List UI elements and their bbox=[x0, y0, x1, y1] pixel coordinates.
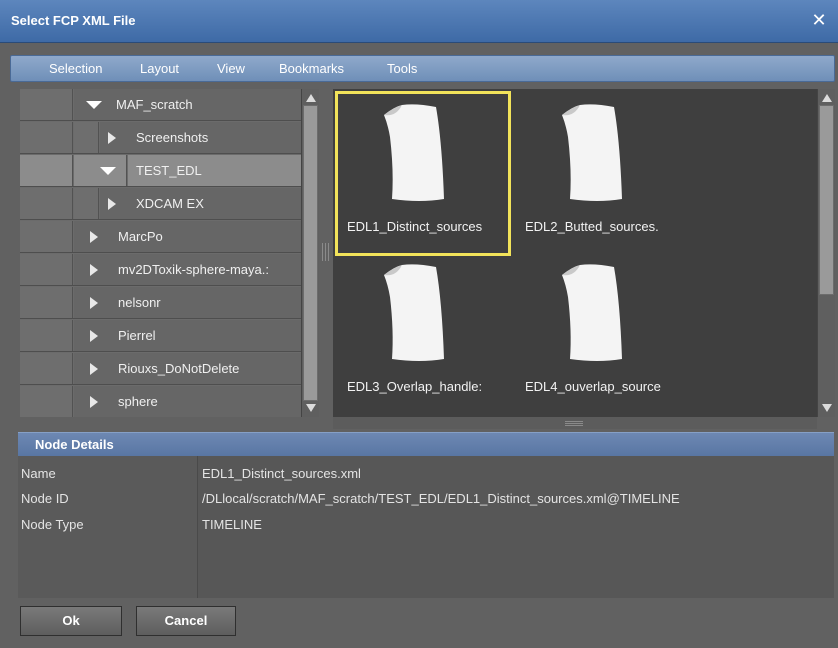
document-icon bbox=[384, 264, 444, 361]
node-details-header: Node Details bbox=[18, 432, 834, 456]
file-tile-edl3[interactable]: EDL3_Overlap_handle: bbox=[335, 251, 511, 416]
close-icon[interactable]: ✕ bbox=[808, 9, 830, 31]
tree-item-label: TEST_EDL bbox=[136, 163, 202, 178]
file-tile-edl1[interactable]: EDL1_Distinct_sources bbox=[335, 91, 511, 256]
tree-item-label: Pierrel bbox=[118, 328, 156, 343]
cancel-button[interactable]: Cancel bbox=[136, 606, 236, 636]
tree-item-label: XDCAM EX bbox=[136, 196, 204, 211]
file-tile-edl4[interactable]: EDL4_ouverlap_source bbox=[513, 251, 689, 416]
menu-view[interactable]: View bbox=[217, 61, 245, 76]
tree-item-marcpo[interactable]: MarcPo bbox=[20, 221, 301, 253]
tree-item-label: MarcPo bbox=[118, 229, 163, 244]
files-scrollbar[interactable] bbox=[817, 89, 835, 417]
detail-row-node-id: Node ID /DLlocal/scratch/MAF_scratch/TES… bbox=[18, 489, 834, 509]
tree-item-maf-scratch[interactable]: MAF_scratch bbox=[20, 89, 301, 121]
expand-arrow-icon[interactable] bbox=[108, 198, 116, 210]
document-icon bbox=[562, 264, 622, 361]
file-name: EDL3_Overlap_handle: bbox=[347, 379, 483, 394]
detail-key: Name bbox=[21, 466, 56, 481]
window-title: Select FCP XML File bbox=[11, 13, 136, 28]
document-icon bbox=[384, 104, 444, 201]
tree-item-test-edl[interactable]: TEST_EDL bbox=[20, 155, 301, 187]
tree-item-xdcam-ex[interactable]: XDCAM EX bbox=[20, 188, 301, 220]
title-bar: Select FCP XML File ✕ bbox=[0, 0, 838, 43]
expand-arrow-icon[interactable] bbox=[90, 297, 98, 309]
tree-item-pierrel[interactable]: Pierrel bbox=[20, 320, 301, 352]
expand-arrow-icon[interactable] bbox=[90, 264, 98, 276]
tree-scrollbar[interactable] bbox=[301, 89, 319, 417]
expand-arrow-icon[interactable] bbox=[90, 330, 98, 342]
tree-item-screenshots[interactable]: Screenshots bbox=[20, 122, 301, 154]
scroll-down-icon[interactable] bbox=[821, 403, 833, 413]
detail-value: EDL1_Distinct_sources.xml bbox=[202, 466, 361, 481]
detail-key: Node Type bbox=[21, 517, 84, 532]
collapse-arrow-icon[interactable] bbox=[100, 167, 116, 175]
ok-button[interactable]: Ok bbox=[20, 606, 122, 636]
expand-arrow-icon[interactable] bbox=[90, 363, 98, 375]
tree-item-mv2dtoxik[interactable]: mv2DToxik-sphere-maya.: bbox=[20, 254, 301, 286]
tree-item-label: MAF_scratch bbox=[116, 97, 193, 112]
file-browser: EDL1_Distinct_sources EDL2_Butted_source… bbox=[333, 89, 817, 417]
tree-item-label: sphere bbox=[118, 394, 158, 409]
tree-item-label: Riouxs_DoNotDelete bbox=[118, 361, 240, 376]
tree-item-nelsonr[interactable]: nelsonr bbox=[20, 287, 301, 319]
node-details-panel: Name EDL1_Distinct_sources.xml Node ID /… bbox=[18, 456, 834, 598]
collapse-arrow-icon[interactable] bbox=[86, 101, 102, 109]
detail-value: /DLlocal/scratch/MAF_scratch/TEST_EDL/ED… bbox=[202, 491, 680, 506]
file-name: EDL1_Distinct_sources bbox=[347, 219, 483, 234]
files-scroll-thumb[interactable] bbox=[819, 105, 834, 295]
file-tile-edl2[interactable]: EDL2_Butted_sources. bbox=[513, 91, 689, 256]
menu-bar: Selection Layout View Bookmarks Tools bbox=[10, 55, 835, 82]
tree-item-sphere[interactable]: sphere bbox=[20, 386, 301, 417]
tree-item-label: mv2DToxik-sphere-maya.: bbox=[118, 262, 269, 277]
detail-key: Node ID bbox=[21, 491, 69, 506]
expand-arrow-icon[interactable] bbox=[90, 231, 98, 243]
node-details-title: Node Details bbox=[35, 437, 114, 452]
splitter-grip-icon bbox=[322, 243, 330, 261]
horizontal-splitter[interactable] bbox=[333, 417, 817, 429]
expand-arrow-icon[interactable] bbox=[90, 396, 98, 408]
menu-selection[interactable]: Selection bbox=[49, 61, 102, 76]
file-name: EDL4_ouverlap_source bbox=[525, 379, 661, 394]
pane-splitter[interactable] bbox=[319, 89, 333, 417]
file-name: EDL2_Butted_sources. bbox=[525, 219, 659, 234]
detail-row-name: Name EDL1_Distinct_sources.xml bbox=[18, 464, 834, 484]
tree-item-label: Screenshots bbox=[136, 130, 209, 145]
menu-layout[interactable]: Layout bbox=[140, 61, 179, 76]
document-icon bbox=[562, 104, 622, 201]
expand-arrow-icon[interactable] bbox=[108, 132, 116, 144]
detail-value: TIMELINE bbox=[202, 517, 262, 532]
tree-scroll-thumb[interactable] bbox=[303, 105, 318, 401]
scroll-up-icon[interactable] bbox=[821, 93, 833, 103]
folder-tree: MAF_scratch Screenshots TEST_EDL XDCAM E… bbox=[20, 89, 301, 417]
tree-item-riouxs[interactable]: Riouxs_DoNotDelete bbox=[20, 353, 301, 385]
scroll-up-icon[interactable] bbox=[305, 93, 317, 103]
menu-bookmarks[interactable]: Bookmarks bbox=[279, 61, 344, 76]
menu-tools[interactable]: Tools bbox=[387, 61, 417, 76]
scroll-down-icon[interactable] bbox=[305, 403, 317, 413]
splitter-grip-icon bbox=[565, 421, 583, 426]
tree-item-label: nelsonr bbox=[118, 295, 161, 310]
detail-row-node-type: Node Type TIMELINE bbox=[18, 515, 834, 535]
